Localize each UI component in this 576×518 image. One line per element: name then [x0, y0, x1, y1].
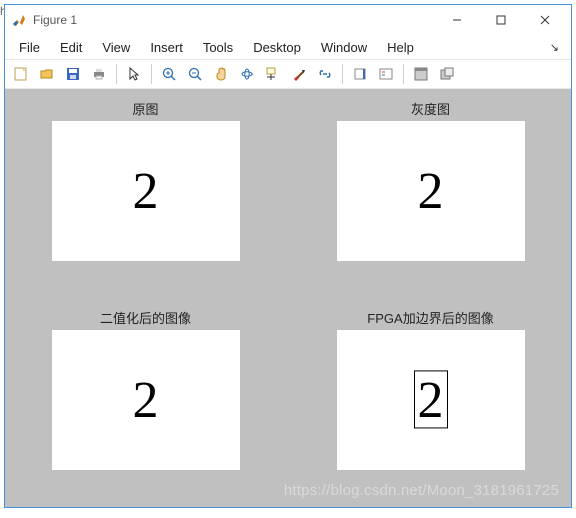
menu-tools[interactable]: Tools [193, 38, 243, 57]
legend-icon[interactable] [374, 62, 398, 86]
menu-insert[interactable]: Insert [140, 38, 193, 57]
subplot-1: 原图 2 [23, 99, 268, 280]
subplot-4-axes[interactable]: 2 [337, 330, 525, 470]
svg-text:▾: ▾ [302, 69, 305, 75]
subplot-1-content: 2 [133, 162, 159, 221]
subplot-3-title: 二值化后的图像 [100, 308, 191, 326]
subplot-1-axes[interactable]: 2 [52, 121, 240, 261]
figure-canvas: 原图 2 灰度图 2 二值化后的图像 2 FPGA加边界后的图像 [5, 89, 571, 507]
subplot-3: 二值化后的图像 2 [23, 308, 268, 489]
titlebar: Figure 1 [5, 5, 571, 35]
subplot-2: 灰度图 2 [308, 99, 553, 280]
save-icon[interactable] [61, 62, 85, 86]
dock-pin-icon[interactable]: ↘ [550, 41, 567, 54]
pan-icon[interactable] [209, 62, 233, 86]
undock-icon[interactable] [435, 62, 459, 86]
matlab-icon [11, 12, 27, 28]
subplot-3-axes[interactable]: 2 [52, 330, 240, 470]
subplot-3-content: 2 [133, 371, 159, 430]
menu-view[interactable]: View [92, 38, 140, 57]
window-title: Figure 1 [33, 13, 77, 27]
new-figure-icon[interactable] [9, 62, 33, 86]
minimize-button[interactable] [435, 6, 479, 34]
subplot-2-title: 灰度图 [411, 99, 450, 117]
rotate3d-icon[interactable] [235, 62, 259, 86]
menubar: File Edit View Insert Tools Desktop Wind… [5, 35, 571, 59]
menu-file[interactable]: File [9, 38, 50, 57]
pointer-icon[interactable] [122, 62, 146, 86]
subplot-1-title: 原图 [132, 99, 158, 117]
open-icon[interactable] [35, 62, 59, 86]
maximize-button[interactable] [479, 6, 523, 34]
colorbar-icon[interactable] [348, 62, 372, 86]
subplot-grid: 原图 2 灰度图 2 二值化后的图像 2 FPGA加边界后的图像 [23, 99, 553, 489]
bounding-box [414, 370, 448, 428]
close-button[interactable] [523, 6, 567, 34]
zoom-in-icon[interactable] [157, 62, 181, 86]
datacursor-icon[interactable] [261, 62, 285, 86]
layout-icon[interactable] [409, 62, 433, 86]
zoom-out-icon[interactable] [183, 62, 207, 86]
subplot-4-title: FPGA加边界后的图像 [367, 308, 493, 326]
menu-desktop[interactable]: Desktop [243, 38, 311, 57]
print-icon[interactable] [87, 62, 111, 86]
subplot-2-content: 2 [418, 162, 444, 221]
subplot-2-axes[interactable]: 2 [337, 121, 525, 261]
toolbar: ▾ [5, 59, 571, 89]
figure-window: Figure 1 File Edit View Insert Tools Des… [4, 4, 572, 508]
menu-help[interactable]: Help [377, 38, 424, 57]
link-icon[interactable] [313, 62, 337, 86]
subplot-4: FPGA加边界后的图像 2 [308, 308, 553, 489]
brush-icon[interactable]: ▾ [287, 62, 311, 86]
menu-window[interactable]: Window [311, 38, 377, 57]
menu-edit[interactable]: Edit [50, 38, 92, 57]
